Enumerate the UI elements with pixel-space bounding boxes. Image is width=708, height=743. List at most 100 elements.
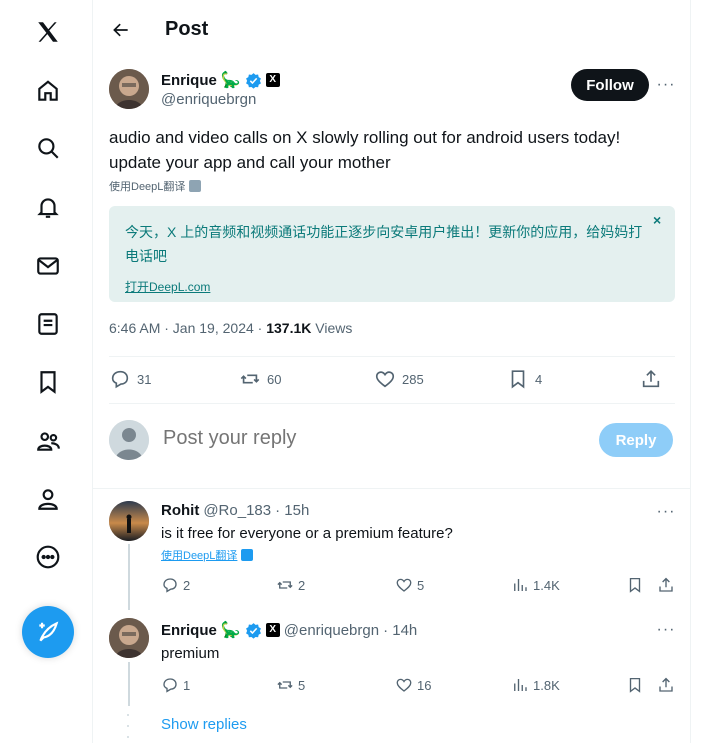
- bookmark-icon: [629, 677, 641, 693]
- reply-header: Enrique 🦕 X @enriquebrgn · 14h: [161, 620, 417, 640]
- lists-icon[interactable]: [23, 299, 73, 349]
- like-count: 16: [417, 677, 432, 693]
- repost-action[interactable]: 2: [276, 576, 305, 594]
- reply-text: premium: [161, 645, 220, 662]
- share-action[interactable]: [657, 576, 675, 594]
- translate-link[interactable]: 使用DeepL翻译: [161, 547, 254, 563]
- share-icon: [642, 370, 660, 388]
- bookmark-action[interactable]: [626, 576, 644, 594]
- page-title: Post: [165, 18, 209, 40]
- analytics-icon: [514, 679, 527, 691]
- reply-count: 31: [137, 371, 152, 387]
- share-icon: [659, 677, 673, 692]
- reply-input[interactable]: [163, 427, 543, 450]
- share-action[interactable]: [640, 368, 662, 390]
- reply-time[interactable]: · 14h: [383, 622, 417, 639]
- communities-icon[interactable]: [23, 416, 73, 466]
- reply-author-name[interactable]: Enrique: [161, 622, 217, 639]
- show-replies-link[interactable]: Show replies: [161, 716, 247, 733]
- author-name[interactable]: Enrique: [161, 72, 217, 89]
- post-text: audio and video calls on X slowly rollin…: [109, 128, 621, 172]
- author-emoji: 🦕: [220, 72, 241, 89]
- repost-icon: [277, 581, 293, 589]
- translate-link[interactable]: 使用DeepL翻译: [109, 178, 202, 194]
- home-icon[interactable]: [23, 66, 73, 116]
- x-logo-icon[interactable]: [23, 7, 73, 57]
- notifications-icon[interactable]: [23, 182, 73, 232]
- bookmark-count: 4: [535, 371, 543, 387]
- reply-more-icon[interactable]: ···: [656, 502, 676, 522]
- translate-label[interactable]: 使用DeepL翻译: [109, 178, 185, 194]
- follow-button[interactable]: Follow: [571, 69, 649, 101]
- author-handle[interactable]: @enriquebrgn: [161, 91, 256, 108]
- repost-count: 60: [267, 371, 282, 387]
- repost-action[interactable]: 5: [276, 676, 305, 694]
- search-icon[interactable]: [23, 123, 73, 173]
- repost-count: 5: [298, 677, 306, 693]
- post-actions: 31 60 285 4: [109, 360, 675, 402]
- repost-icon: [240, 374, 260, 384]
- messages-icon[interactable]: [23, 241, 73, 291]
- reply-author-handle[interactable]: @enriquebrgn: [284, 622, 379, 639]
- compose-post-button[interactable]: [22, 606, 74, 658]
- post-timestamp[interactable]: 6:46 AM · Jan 19, 2024 ·: [109, 320, 266, 336]
- divider: [109, 356, 675, 357]
- like-count: 5: [417, 577, 425, 593]
- profile-icon[interactable]: [23, 474, 73, 524]
- reply-avatar-enrique[interactable]: [109, 618, 149, 658]
- heart-icon: [375, 371, 395, 388]
- verified-badge-icon: [245, 622, 261, 639]
- reply-icon: [163, 578, 177, 593]
- bookmarks-icon[interactable]: [23, 357, 73, 407]
- views-action[interactable]: 1.4K: [511, 576, 560, 594]
- thread-continuation-dots: [127, 714, 131, 738]
- translation-text: 今天，X 上的音频和视频通话功能正逐步向安卓用户推出！更新你的应用，给妈妈打电话…: [125, 224, 643, 264]
- section-divider: [93, 488, 690, 489]
- translation-panel: 今天，X 上的音频和视频通话功能正逐步向安卓用户推出！更新你的应用，给妈妈打电话…: [109, 206, 675, 302]
- reply-header: Rohit @Ro_183 · 15h: [161, 502, 309, 519]
- repost-count: 2: [298, 577, 306, 593]
- reply-action[interactable]: 1: [161, 676, 190, 694]
- bookmark-icon: [629, 577, 641, 593]
- reply-action[interactable]: 2: [161, 576, 190, 594]
- views-count: 1.8K: [533, 677, 560, 693]
- reply-text: is it free for everyone or a premium fea…: [161, 525, 453, 542]
- post-more-icon[interactable]: ···: [656, 75, 676, 95]
- my-avatar[interactable]: [109, 420, 149, 460]
- reply-count: 2: [183, 577, 191, 593]
- heart-icon: [396, 578, 412, 592]
- reply-actions: 1 5 16 1.8K: [161, 676, 675, 700]
- reply-button[interactable]: Reply: [599, 423, 673, 457]
- author-avatar[interactable]: [109, 69, 149, 109]
- bookmark-action[interactable]: 4: [507, 368, 542, 390]
- translate-label[interactable]: 使用DeepL翻译: [161, 547, 237, 563]
- header: Post: [93, 0, 690, 60]
- repost-action[interactable]: 60: [239, 368, 281, 390]
- views-count: 1.4K: [533, 577, 560, 593]
- like-count: 285: [402, 371, 424, 387]
- reply-more-icon[interactable]: ···: [656, 620, 676, 640]
- open-deepl-link[interactable]: 打开DeepL.com: [125, 278, 210, 295]
- reply-action[interactable]: 31: [109, 368, 151, 390]
- thread-line: [128, 662, 130, 706]
- bookmark-icon: [511, 370, 525, 389]
- reply-time[interactable]: · 15h: [275, 502, 309, 519]
- views-action[interactable]: 1.8K: [511, 676, 560, 694]
- bookmark-action[interactable]: [626, 676, 644, 694]
- verified-badge-icon: [245, 72, 261, 89]
- like-action[interactable]: 285: [374, 368, 424, 390]
- reply-icon: [163, 678, 177, 693]
- feather-plus-icon: [39, 621, 59, 642]
- like-action[interactable]: 16: [395, 676, 431, 694]
- like-action[interactable]: 5: [395, 576, 424, 594]
- share-action[interactable]: [657, 676, 675, 694]
- sidebar-nav: [0, 0, 93, 743]
- reply-avatar-rohit[interactable]: [109, 501, 149, 541]
- reply-author-handle[interactable]: @Ro_183: [203, 502, 271, 519]
- divider: [109, 403, 675, 404]
- back-button[interactable]: [107, 16, 135, 44]
- reply-author-name[interactable]: Rohit: [161, 502, 199, 519]
- author-name-row[interactable]: Enrique 🦕 X: [161, 70, 280, 90]
- close-icon[interactable]: ×: [653, 212, 661, 228]
- more-menu-icon[interactable]: [23, 532, 73, 582]
